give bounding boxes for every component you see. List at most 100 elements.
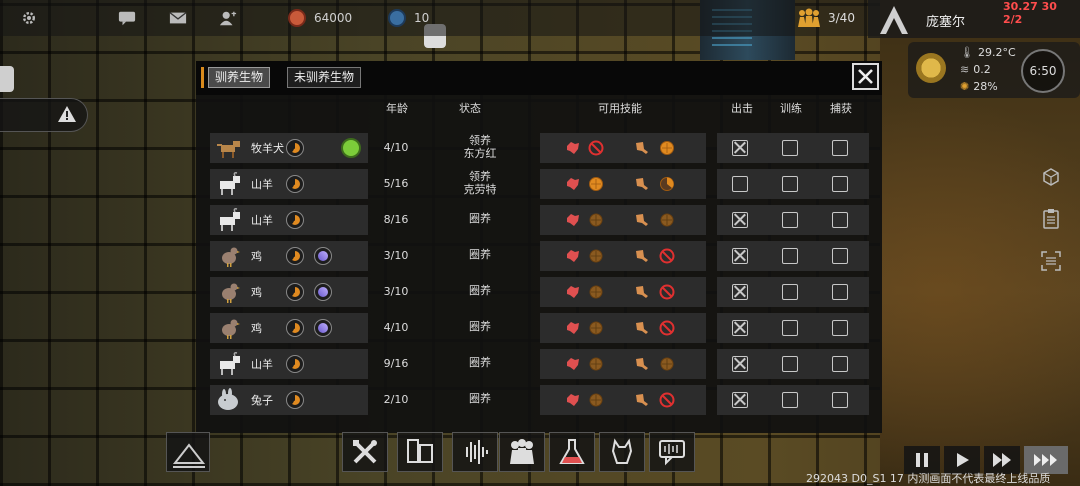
skill-orange-dim-icon[interactable] — [588, 356, 604, 372]
train-checkbox[interactable] — [782, 356, 798, 372]
meat-trait-icon[interactable] — [286, 139, 304, 157]
capture-checkbox[interactable] — [832, 176, 848, 192]
train-checkbox[interactable] — [782, 320, 798, 336]
meat-trait-icon[interactable] — [286, 211, 304, 229]
skill-orange-dim-icon[interactable] — [659, 212, 675, 228]
skill-heart-red-icon[interactable] — [565, 392, 581, 408]
clock-dial[interactable]: 6:50 — [1021, 49, 1065, 93]
creature-row[interactable]: 兔子 2/10 圈养 — [210, 385, 870, 415]
meat-trait-icon[interactable] — [286, 319, 304, 337]
skill-ban-icon[interactable] — [659, 392, 675, 408]
sound-wave-button[interactable] — [452, 432, 498, 472]
capture-checkbox[interactable] — [832, 140, 848, 156]
sortie-checkbox[interactable] — [732, 212, 748, 228]
sortie-checkbox[interactable] — [732, 248, 748, 264]
tab-tamed[interactable]: 驯养生物 — [208, 67, 271, 88]
skill-orange-dim-icon[interactable] — [588, 320, 604, 336]
feather-trait-icon[interactable] — [314, 319, 332, 337]
skill-heart-red-icon[interactable] — [565, 320, 581, 336]
skill-heart-red-icon[interactable] — [565, 212, 581, 228]
sortie-checkbox[interactable] — [732, 140, 748, 156]
animal-button[interactable] — [599, 432, 645, 472]
capture-checkbox[interactable] — [832, 392, 848, 408]
skill-tool-icon[interactable] — [634, 356, 650, 372]
lightbulb-icon[interactable] — [341, 138, 361, 158]
creature-status: 圈养 — [469, 284, 491, 297]
feather-trait-icon[interactable] — [314, 283, 332, 301]
build-tools-button[interactable] — [342, 432, 388, 472]
sun-icon — [916, 53, 946, 83]
chat-bubble-button[interactable] — [649, 432, 695, 472]
capture-checkbox[interactable] — [832, 356, 848, 372]
train-checkbox[interactable] — [782, 284, 798, 300]
capture-checkbox[interactable] — [832, 248, 848, 264]
meat-trait-icon[interactable] — [286, 391, 304, 409]
skill-heart-red-icon[interactable] — [565, 140, 581, 156]
terrain-toggle-button[interactable] — [166, 432, 210, 472]
skill-ban-icon[interactable] — [659, 248, 675, 264]
skill-orange-dim-icon[interactable] — [659, 356, 675, 372]
rotate-icon[interactable] — [1040, 166, 1062, 188]
train-checkbox[interactable] — [782, 248, 798, 264]
skill-tool-icon[interactable] — [634, 212, 650, 228]
meat-trait-icon[interactable] — [286, 355, 304, 373]
people-button[interactable] — [499, 432, 545, 472]
skill-tool-icon[interactable] — [634, 284, 650, 300]
creature-row[interactable]: 鸡 3/10 圈养 — [210, 241, 870, 271]
close-button[interactable] — [852, 63, 879, 90]
skill-orange-dim-icon[interactable] — [588, 212, 604, 228]
skill-orange-dim-icon[interactable] — [588, 284, 604, 300]
creature-row[interactable]: 山羊 9/16 圈养 — [210, 349, 870, 379]
sortie-checkbox[interactable] — [732, 176, 748, 192]
sortie-checkbox[interactable] — [732, 320, 748, 336]
skill-tool-icon[interactable] — [634, 320, 650, 336]
skill-heart-red-icon[interactable] — [565, 248, 581, 264]
capture-checkbox[interactable] — [832, 212, 848, 228]
meat-trait-icon[interactable] — [286, 247, 304, 265]
flask-button[interactable] — [549, 432, 595, 472]
skill-heart-red-icon[interactable] — [565, 284, 581, 300]
shield-icon — [388, 9, 406, 27]
skill-orange-dim-icon[interactable] — [588, 248, 604, 264]
skill-ban-icon[interactable] — [659, 284, 675, 300]
train-checkbox[interactable] — [782, 212, 798, 228]
gear-icon[interactable] — [20, 10, 38, 26]
meat-trait-icon[interactable] — [286, 175, 304, 193]
skill-tool-icon[interactable] — [634, 248, 650, 264]
creature-row[interactable]: 山羊 5/16 领养 克劳特 — [210, 169, 870, 199]
skill-orange-full-icon[interactable] — [659, 140, 675, 156]
chat-icon[interactable] — [118, 10, 136, 26]
creature-row[interactable]: 牧羊犬 4/10 领养 东方红 — [210, 133, 870, 163]
sortie-checkbox[interactable] — [732, 284, 748, 300]
feather-trait-icon[interactable] — [314, 247, 332, 265]
creature-row[interactable]: 鸡 4/10 圈养 — [210, 313, 870, 343]
capture-checkbox[interactable] — [832, 284, 848, 300]
creature-row[interactable]: 鸡 3/10 圈养 — [210, 277, 870, 307]
train-checkbox[interactable] — [782, 392, 798, 408]
skill-tool-icon[interactable] — [634, 176, 650, 192]
sortie-checkbox[interactable] — [732, 356, 748, 372]
skill-heart-red-icon[interactable] — [565, 176, 581, 192]
skill-tool-icon[interactable] — [634, 140, 650, 156]
skill-heart-red-icon[interactable] — [565, 356, 581, 372]
creature-age: 3/10 — [383, 249, 409, 262]
clipboard-icon[interactable] — [1040, 208, 1062, 230]
train-checkbox[interactable] — [782, 176, 798, 192]
skill-orange-dim-icon[interactable] — [588, 392, 604, 408]
skill-orange-partial-icon[interactable] — [659, 176, 675, 192]
sortie-checkbox[interactable] — [732, 392, 748, 408]
skill-tool-icon[interactable] — [634, 392, 650, 408]
scan-icon[interactable] — [1040, 250, 1062, 272]
skill-ban-icon[interactable] — [588, 140, 604, 156]
creature-row[interactable]: 山羊 8/16 圈养 — [210, 205, 870, 235]
train-checkbox[interactable] — [782, 140, 798, 156]
person-icon[interactable] — [219, 10, 237, 26]
colony-population[interactable]: 3/40 — [796, 8, 855, 28]
skill-ban-icon[interactable] — [659, 320, 675, 336]
mail-icon[interactable] — [169, 10, 187, 26]
tab-untamed[interactable]: 未驯养生物 — [287, 67, 362, 88]
skill-orange-full-icon[interactable] — [588, 176, 604, 192]
storage-button[interactable] — [397, 432, 443, 472]
capture-checkbox[interactable] — [832, 320, 848, 336]
meat-trait-icon[interactable] — [286, 283, 304, 301]
